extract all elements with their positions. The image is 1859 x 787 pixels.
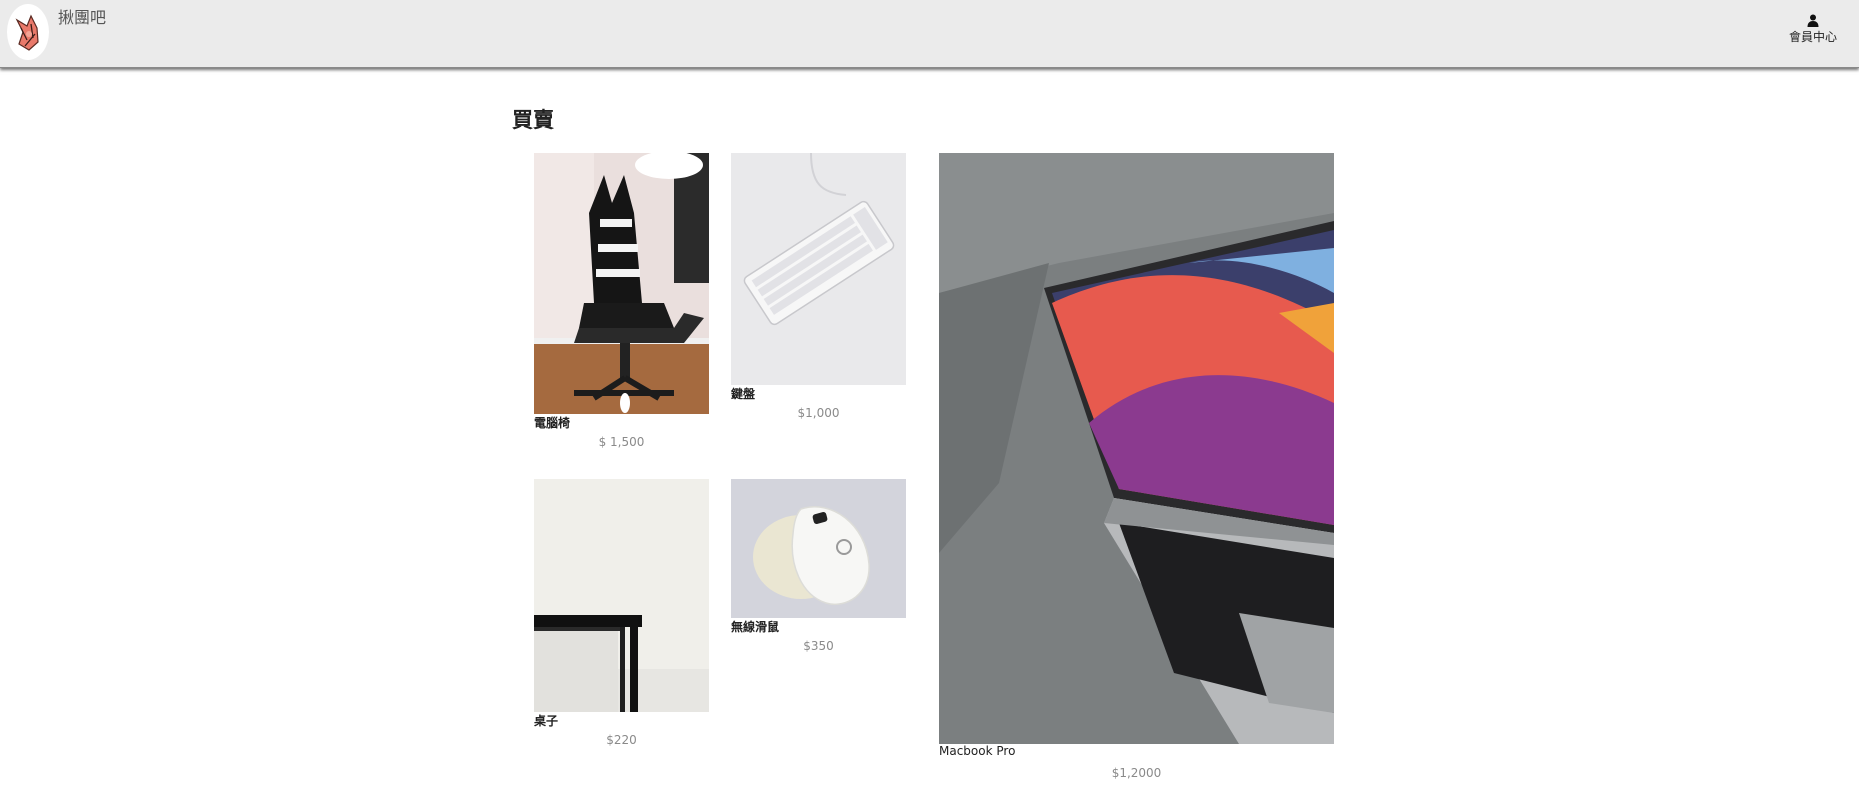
fox-logo-icon[interactable] (7, 4, 49, 60)
product-name: Macbook Pro (939, 744, 1016, 758)
macbook-photo[interactable] (939, 153, 1334, 744)
page-title: 買賣 (512, 108, 554, 132)
product-price: $350 (803, 639, 834, 653)
product-name: 桌子 (534, 714, 559, 728)
top-navbar: 揪團吧 會員中心 (0, 0, 1859, 68)
product-card[interactable]: 電腦椅 $ 1,500 (534, 153, 709, 453)
wireless-mouse-photo[interactable] (731, 479, 906, 618)
product-card[interactable]: 無線滑鼠 $350 (731, 479, 906, 659)
gaming-chair-photo[interactable] (534, 153, 709, 414)
member-center-label: 會員中心 (1788, 30, 1837, 44)
black-table-photo[interactable] (534, 479, 709, 712)
product-name: 電腦椅 (534, 416, 571, 430)
white-keyboard-photo[interactable] (731, 153, 906, 385)
product-price: $ 1,500 (598, 435, 645, 449)
product-name: 無線滑鼠 (731, 620, 780, 634)
product-price: $1,2000 (1111, 766, 1162, 780)
product-card[interactable]: Macbook Pro $1,2000 (939, 153, 1334, 783)
product-price: $220 (606, 733, 637, 747)
brand-name[interactable]: 揪團吧 (58, 4, 106, 28)
product-card[interactable]: 鍵盤 $1,000 (731, 153, 906, 423)
product-card[interactable]: 桌子 $220 (534, 479, 709, 759)
product-name: 鍵盤 (731, 387, 756, 401)
user-icon (1807, 14, 1819, 27)
member-center-link[interactable]: 會員中心 (1785, 14, 1841, 45)
product-price: $1,000 (797, 406, 840, 420)
